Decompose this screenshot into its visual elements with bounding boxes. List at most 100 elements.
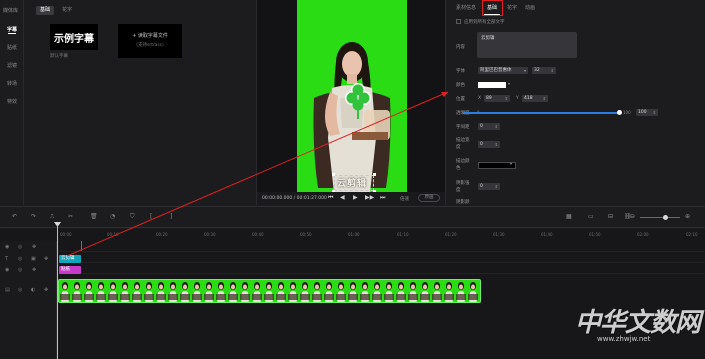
bracket-right-icon[interactable]: ] [170,213,172,220]
stepper-icon: ⇕ [504,96,508,101]
sticker-clip[interactable]: 贴纸 [59,266,81,274]
resize-handle[interactable] [373,173,376,176]
ruler-tick: 00:40 [252,232,264,237]
track-row-empty[interactable] [57,241,705,252]
shadow-blur-input[interactable]: 0 ⇕ [478,183,500,190]
skip-start-button[interactable]: ⏮ [328,194,333,202]
playback-time: 00:00:00.000 / 00:01:27.000 [262,196,327,201]
move-icon[interactable]: ✥ [44,287,48,293]
play-button[interactable]: ▶ [353,194,358,201]
text-clip[interactable]: 云剪辑 [59,255,81,263]
font-size-value: 32 [534,68,540,73]
eye-icon[interactable]: ◎ [18,256,22,262]
speed-button[interactable]: 倍速 [400,196,409,202]
pos-y-value: 418 [524,96,533,101]
zoom-in-icon[interactable]: ⊕ [685,213,690,220]
stroke-width-label: 描边宽 [456,138,470,143]
playhead-line[interactable] [57,225,58,359]
category-transition[interactable]: 转场 [0,80,24,87]
media-library-label[interactable]: 媒体库 [3,7,18,14]
ruler-tick: 00:30 [204,232,216,237]
eye-icon[interactable]: ◎ [18,287,22,293]
text-color-swatch[interactable] [478,82,506,88]
move-icon[interactable]: ✥ [44,256,48,262]
zoom-out-icon[interactable]: ⊖ [630,213,635,220]
pos-x-input[interactable]: 89 ⇕ [484,95,510,102]
subtitle-selection-box[interactable] [334,175,374,191]
chevron-down-icon[interactable]: ▾ [508,81,510,86]
opacity-slider-handle[interactable] [617,110,622,115]
shadow-color-label: 阴影颜 [456,200,470,205]
font-label: 字体 [456,69,465,74]
redo-icon[interactable]: ↷ [31,213,36,220]
opacity-input[interactable]: 100 ⇕ [636,109,658,116]
shield-icon[interactable]: ⛉ [130,213,135,221]
ruler-tick: 01:10 [397,232,409,237]
snap-icon[interactable]: ⊟ [608,213,613,220]
lock-icon[interactable]: ▣ [31,256,36,262]
import-subtitle-hint: （支持srt/ass） [133,43,167,48]
move-icon[interactable]: ✥ [32,267,36,273]
font-select[interactable]: 阿里巴巴普惠体 ▾ [478,67,528,74]
zoom-slider-track[interactable] [640,217,680,218]
ruler-tick: 01:20 [445,232,457,237]
video-clip[interactable] [58,279,481,303]
layout-icon[interactable]: ▦ [566,213,572,220]
audio-icon[interactable]: ◐ [31,287,35,293]
watermark-logo: 中华文数网 [575,308,701,338]
import-subtitle-card[interactable]: + 读取字幕文件 （支持srt/ass） [118,24,182,58]
ruler-tick: 01:30 [493,232,505,237]
eye-icon[interactable]: ◎ [18,267,22,273]
opacity-slider-track[interactable] [463,112,621,114]
category-effect[interactable]: 特效 [0,98,24,105]
eye-icon[interactable]: ◎ [18,244,22,250]
speed-icon[interactable]: ◔ [110,213,115,220]
ruler-tick: 01:00 [348,232,360,237]
stroke-color-label-cont: 色 [456,166,461,171]
char-spacing-input[interactable]: 0 ⇕ [478,123,500,130]
apply-all-checkbox[interactable] [456,19,461,24]
cut-icon[interactable]: ✂ [68,213,73,220]
zoom-slider-handle[interactable] [663,215,668,220]
category-sticker[interactable]: 贴纸 [0,44,24,51]
quality-button[interactable]: 原画 [418,194,440,202]
opacity-value: 100 [638,110,647,115]
font-size-stepper[interactable]: 32 ⇕ [532,67,556,74]
track-row-text[interactable] [57,252,705,263]
resize-handle[interactable] [332,173,335,176]
chevron-down-icon[interactable]: ▾ [510,161,512,166]
property-panel [447,0,705,205]
tab-basic[interactable]: 基础 [36,6,55,15]
tab-animation[interactable]: 动画 [525,3,535,13]
stroke-color-label: 描边颜 [456,159,470,164]
video-preview[interactable]: 云剪辑 [297,0,407,193]
split-icon[interactable]: ⎍ [50,213,54,221]
time-ruler[interactable] [57,229,705,241]
skip-end-button[interactable]: ⏭ [380,194,385,202]
opacity-max: 100 [623,110,631,115]
sample-subtitle-card[interactable]: 示例字幕 [50,24,98,50]
bracket-left-icon[interactable]: [ [150,213,152,220]
delete-icon[interactable]: 🗑 [90,213,98,220]
screen-icon[interactable]: ▭ [588,213,594,220]
stepper-icon: ⇕ [542,96,546,101]
sticker-track-icon: ◉ [5,267,10,273]
import-subtitle-title: + 读取字幕文件 [132,33,168,39]
tab-fancy-text[interactable]: 花字 [58,6,76,15]
pos-x-value: 89 [486,96,492,101]
stepper-icon: ⇕ [494,184,498,189]
move-icon[interactable]: ✥ [32,244,36,250]
prev-frame-button[interactable]: ◀ [340,194,345,201]
ruler-tick: 02:00 [637,232,649,237]
pos-y-label: Y [516,96,519,101]
tab-material-info[interactable]: 素材信息 [456,3,476,13]
category-subtitle[interactable]: 字幕 [0,26,24,33]
stroke-width-input[interactable]: 0 ⇕ [478,141,500,148]
category-filter[interactable]: 滤镜 [0,62,24,69]
stepper-icon: ⇕ [550,68,554,73]
undo-icon[interactable]: ↶ [12,213,17,220]
next-frame-button[interactable]: ▶▶ [365,194,374,201]
tab-fancy-props[interactable]: 花字 [507,3,517,13]
track-row-sticker[interactable] [57,263,705,274]
pos-y-input[interactable]: 418 ⇕ [522,95,548,102]
